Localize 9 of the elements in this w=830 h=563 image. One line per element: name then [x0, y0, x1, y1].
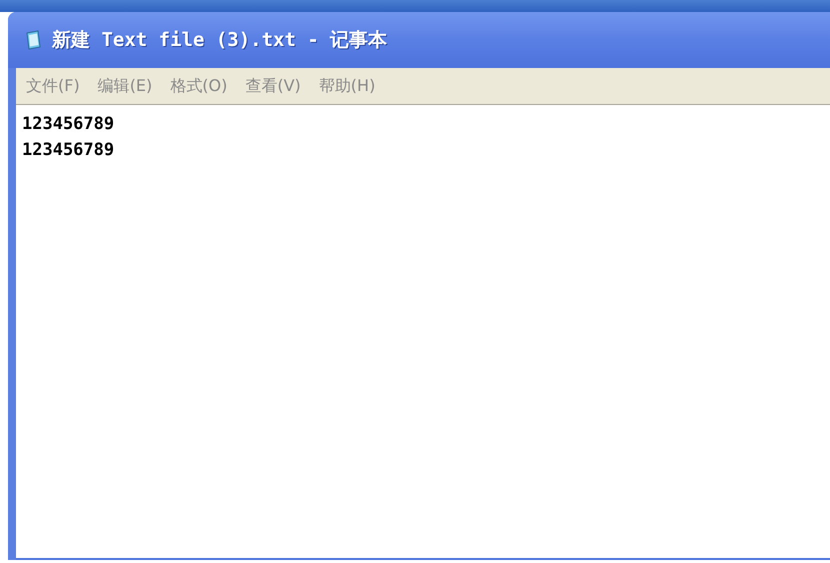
menu-item[interactable]: 编辑(E): [94, 74, 156, 98]
menu-item[interactable]: 帮助(H): [314, 74, 380, 98]
menu-item[interactable]: 查看(V): [241, 74, 305, 98]
menu-item[interactable]: 文件(F): [22, 74, 84, 98]
text-line: 123456789: [22, 139, 114, 162]
window-title: 新建 Text file (3).txt - 记事本: [52, 28, 388, 53]
text-line: 123456789: [22, 113, 114, 136]
text-area[interactable]: 123456789 123456789: [16, 105, 830, 560]
menu-item[interactable]: 格式(O): [166, 74, 232, 98]
